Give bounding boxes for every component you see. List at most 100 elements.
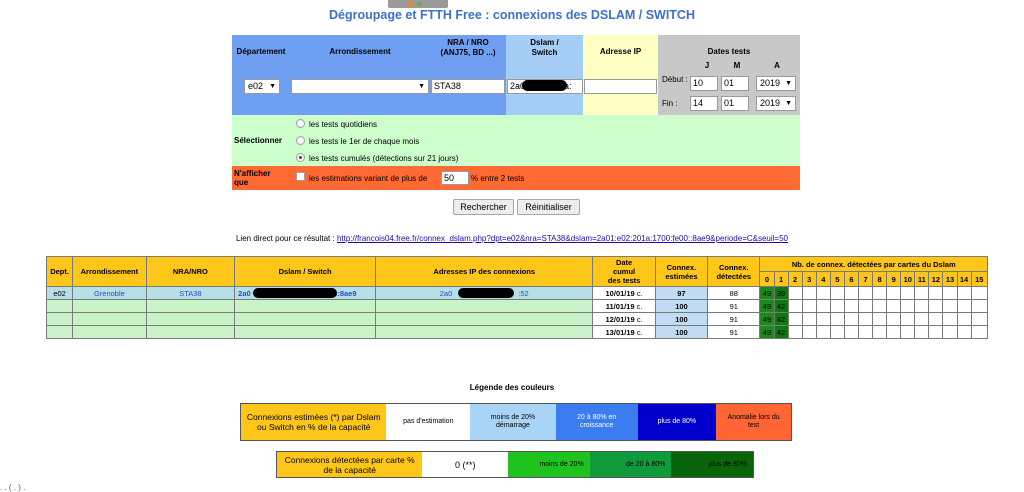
debut-year-select[interactable]: 2019 ▼ [756,76,796,91]
estimation-filter-suffix: % entre 2 tests [471,174,525,183]
radio-daily[interactable] [296,119,305,128]
cell-card [914,286,930,300]
cell-dslam[interactable]: 2a0 0::8ae9 [234,286,377,300]
table-row: 12/01/19 c. 100 91 49 42 [45,312,989,326]
cell-card [801,325,817,339]
nra-input[interactable]: STA38 [431,79,505,94]
cell-card [956,299,972,313]
cell-card [928,312,944,326]
card-number: 4 [815,271,831,287]
radio-cumulative[interactable] [296,153,305,162]
estimation-threshold-value: 50 [444,173,455,183]
cell-detected: 91 [707,312,761,326]
cell-card [872,312,888,326]
legend-cell: pas d'estimation [386,404,471,440]
arrondissement-header: Arrondissement [329,47,391,56]
card-number: 3 [801,271,817,287]
debut-day-input[interactable]: 10 [690,76,718,91]
cell-card [787,325,803,339]
cell-card [928,299,944,313]
cell-card [886,299,902,313]
cell-arrondissement [72,299,147,313]
dslam-redaction [522,80,567,91]
direct-link[interactable]: http://francois04.free.fr/connex_dslam.p… [337,234,788,243]
cell-arrondissement[interactable]: Grenoble [72,286,147,300]
cell-date-suffix: c. [636,301,643,311]
col-header-detected-l1: Connex. [718,262,749,272]
legend-cell: 20 à 80% en croissance [555,404,638,440]
col-header-date-l1: Date [615,258,633,267]
legend-cell: plus de 80% [637,404,717,440]
cell-card [970,286,989,300]
fin-month-input[interactable]: 01 [721,96,749,111]
chevron-down-icon: ▼ [269,83,276,90]
card-number: 9 [886,271,902,287]
dslam-header-sub: Switch [531,48,558,57]
debut-month-input[interactable]: 01 [721,76,749,91]
card-number: 11 [914,271,930,287]
nafficher-label: N'afficher que [234,169,271,187]
estimation-filter-checkbox[interactable] [296,172,305,181]
col-header-cards: Nb. de connex. détectées par cartes du D… [759,256,988,272]
fin-day-value: 14 [693,98,704,108]
col-header-date-l3: des tests [607,276,641,285]
cell-card [829,286,845,300]
cell-card [928,286,944,300]
cell-card [942,312,958,326]
cell-card [914,299,930,313]
cell-card [801,286,817,300]
departement-select[interactable]: e02 ▼ [244,79,280,94]
legend-detected-head: Connexions détectées par carte % de la c… [277,452,423,477]
cell-dslam [234,299,377,313]
radio-monthly[interactable] [296,136,305,145]
legend-title: Légende des couleurs [469,383,555,392]
cell-card [900,325,916,339]
arrondissement-select[interactable]: ▼ [291,79,429,94]
ip-cell-redaction [458,288,515,298]
debut-label: Début : [662,75,688,84]
fin-month-value: 01 [724,98,735,108]
cell-card [857,299,874,313]
results-table: Dept. Arrondissement NRA/NRO Dslam / Swi… [45,256,989,339]
day-header: J [704,61,710,70]
cell-dept: e02 [45,286,74,300]
nra-header: NRA / NRO [447,38,489,47]
legend-estimated-head: Connexions estimées (*) par Dslam ou Swi… [241,404,387,440]
legend-detected: Connexions détectées par carte % de la c… [276,451,754,478]
col-header-dept: Dept. [45,256,74,287]
fin-label: Fin : [662,99,678,108]
cell-card [857,286,874,300]
cell-estimated: 100 [654,299,709,313]
option-cumulative-label: les tests cumulés (détections sur 21 jou… [309,154,459,163]
cell-date: 13/01/19 c. [592,325,656,339]
fin-year-select[interactable]: 2019 ▼ [756,96,796,111]
nra-input-value: STA38 [434,81,461,91]
cell-nra[interactable]: STA38 [145,286,236,300]
cell-ips[interactable]: 2a0:52 [375,286,594,300]
cell-nra [145,299,236,313]
col-header-estimated: Connex. estimées [654,256,709,287]
cell-card [914,325,930,339]
cell-estimated: 97 [654,286,709,300]
year-header: A [774,61,780,70]
col-header-detected: Connex. détectées [707,256,761,287]
ip-input[interactable] [584,79,657,94]
cell-card [914,312,930,326]
cell-nra [145,312,236,326]
cell-card [815,286,831,300]
cell-card [970,325,989,339]
search-button[interactable]: Rechercher [453,199,514,215]
cell-card [815,325,831,339]
cell-card-0: 49 [759,299,775,313]
cell-card [787,299,803,313]
fin-day-input[interactable]: 14 [690,96,718,111]
estimation-threshold-input[interactable]: 50 [441,171,469,185]
cell-ips [375,312,594,326]
col-header-nra: NRA/NRO [145,256,236,287]
cell-card [829,325,845,339]
cell-date: 10/01/19 c. [592,286,656,300]
reset-button[interactable]: Réinitialiser [517,199,580,215]
departement-select-value: e02 [248,81,264,91]
card-number: 7 [857,271,874,287]
cell-dept [45,312,74,326]
